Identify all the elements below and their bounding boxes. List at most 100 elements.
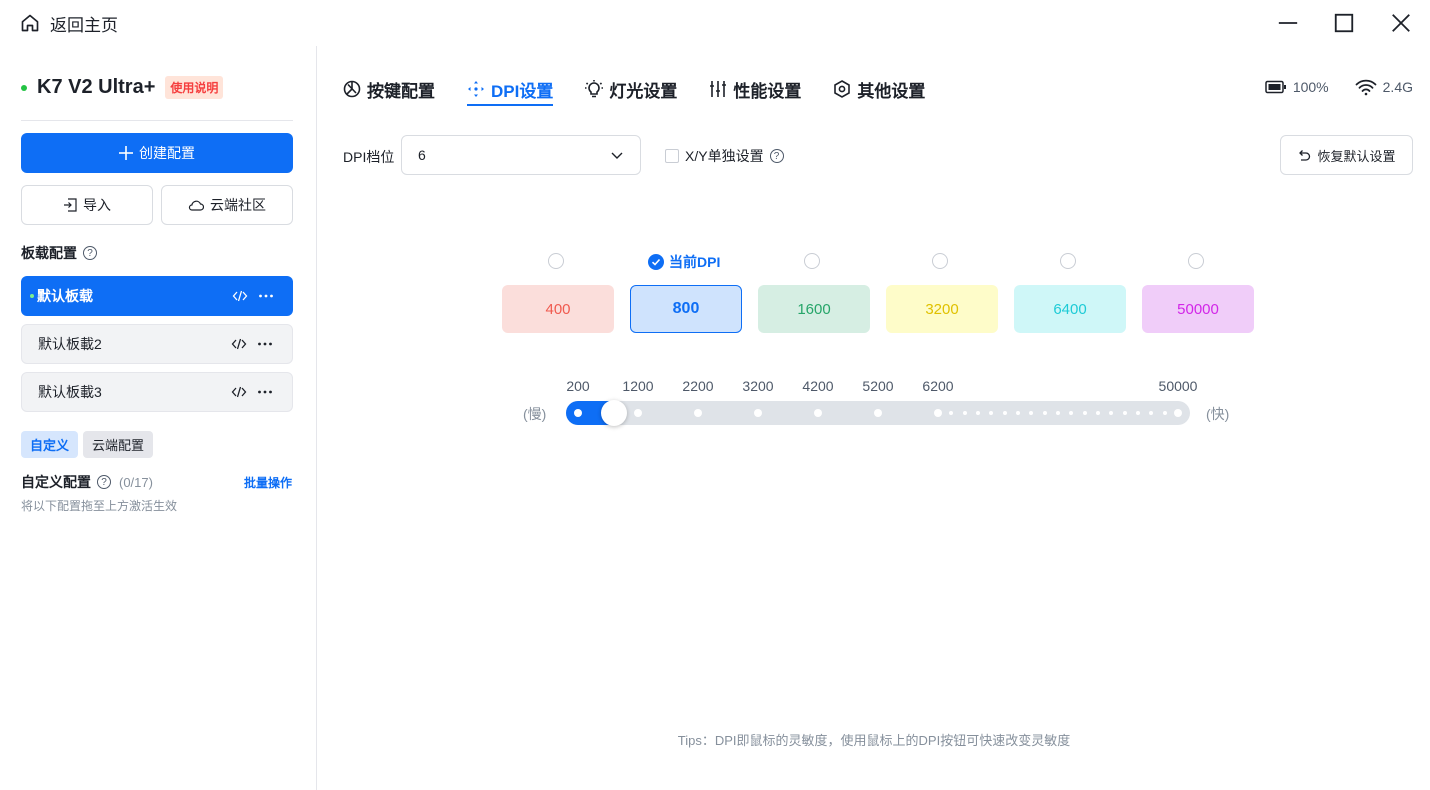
profile-item-2[interactable]: 默认板載2 [21, 324, 293, 364]
create-config-button[interactable]: 创建配置 [21, 133, 293, 173]
close-button[interactable] [1388, 10, 1414, 36]
code-icon[interactable] [229, 285, 251, 307]
dpi-level-select[interactable]: 6 [401, 135, 641, 175]
reset-default-button[interactable]: 恢复默认设置 [1280, 135, 1413, 175]
wireless-status: 2.4G [1355, 78, 1413, 96]
slider-step-dot [814, 409, 822, 417]
tab-key-config[interactable]: 按键配置 [343, 76, 435, 102]
tab-custom[interactable]: 自定义 [21, 431, 79, 458]
import-label: 导入 [83, 197, 111, 213]
title-bar: 返回主页 [0, 0, 1430, 46]
slider-step-dot [1042, 411, 1047, 415]
tab-cloud-config[interactable]: 云端配置 [83, 431, 154, 458]
home-button[interactable]: 返回主页 [20, 11, 118, 35]
dpi-stage-card[interactable]: 3200 [886, 285, 998, 333]
battery-icon [1265, 80, 1286, 94]
custom-config-label: 自定义配置 [21, 474, 91, 490]
profile-name: 默认板载 [37, 288, 93, 304]
dpi-stage-card[interactable]: 800 [630, 285, 742, 333]
profile-item-1[interactable]: 默认板载 [21, 276, 293, 316]
cloud-community-button[interactable]: 云端社区 [161, 185, 293, 225]
tab-label: DPI设置 [491, 81, 554, 101]
help-icon[interactable]: ? [769, 149, 784, 163]
slider-step-dot [1002, 411, 1007, 415]
slider-tick-label: 4200 [802, 378, 834, 394]
slider-step-dot [1029, 411, 1034, 415]
bulb-icon [585, 80, 604, 98]
dpi-stage-radio[interactable] [1188, 253, 1204, 269]
slider-tick-label: 5200 [862, 378, 894, 394]
slider-step-dot [1174, 409, 1182, 417]
code-icon[interactable] [228, 333, 250, 355]
minimize-button[interactable] [1275, 10, 1301, 36]
active-dot [30, 294, 34, 298]
tab-dpi-settings[interactable]: DPI设置 [467, 76, 554, 106]
batch-operation-link[interactable]: 批量操作 [244, 474, 292, 491]
hex-gear-icon [834, 80, 851, 98]
slider-step-dot [949, 411, 954, 415]
slider-step-dot [1082, 411, 1087, 415]
more-icon[interactable] [254, 333, 276, 355]
import-icon [64, 198, 77, 212]
slider-tick-label: 2200 [682, 378, 714, 394]
more-icon[interactable] [255, 285, 277, 307]
profile-name: 默认板載3 [38, 384, 102, 400]
dpi-stage-card[interactable]: 50000 [1142, 285, 1254, 333]
help-icon[interactable]: ? [97, 475, 111, 489]
dpi-stage-radio[interactable] [932, 253, 948, 269]
tab-other-settings[interactable]: 其他设置 [833, 76, 925, 102]
tab-lighting[interactable]: 灯光设置 [585, 76, 677, 102]
xy-separate-checkbox[interactable] [665, 149, 679, 163]
manual-badge[interactable]: 使用说明 [165, 76, 224, 99]
dpi-stage-value: 800 [672, 300, 700, 317]
slider-tick-label: 50000 [1158, 378, 1198, 394]
maximize-icon [1334, 13, 1354, 33]
dpi-stage-card[interactable]: 1600 [758, 285, 870, 333]
tab-label: 灯光设置 [609, 81, 678, 101]
home-icon [21, 14, 39, 32]
wifi-icon [1355, 79, 1377, 96]
main-panel: 按键配置 DPI设置 灯光设置 性能设置 其他设置 100% 2.4G DPI档… [318, 46, 1430, 790]
dpi-stage-value: 400 [545, 300, 571, 318]
slider-step-dot [1162, 411, 1167, 415]
dpi-level-value: 6 [418, 147, 426, 163]
slider-step-dot [1109, 411, 1114, 415]
slider-thumb[interactable] [601, 400, 627, 426]
dpi-stage-value: 3200 [925, 300, 959, 318]
dpi-stage-card[interactable]: 6400 [1014, 285, 1126, 333]
dpi-stage-radio[interactable] [1060, 253, 1076, 269]
slider-step-dot [694, 409, 702, 417]
device-status: 100% 2.4G [1265, 78, 1413, 96]
custom-config-title: 自定义配置 ? (0/17) [21, 472, 153, 492]
wireless-mode: 2.4G [1382, 79, 1413, 95]
help-icon[interactable]: ? [83, 246, 97, 260]
xy-separate-label: X/Y单独设置 [685, 148, 764, 164]
slider-step-dot [1149, 411, 1154, 415]
sidebar: K7 V2 Ultra+ 使用说明 创建配置 导入 云端社区 板载配置 ? 默认… [0, 46, 317, 790]
maximize-button[interactable] [1331, 10, 1357, 36]
slider-step-dot [1122, 411, 1127, 415]
slider-tick-label: 200 [566, 378, 590, 394]
reset-default-label: 恢复默认设置 [1317, 148, 1396, 164]
slider-step-dot [989, 411, 994, 415]
cloud-community-label: 云端社区 [210, 197, 266, 213]
more-icon[interactable] [254, 381, 276, 403]
divider [21, 120, 293, 121]
tab-performance[interactable]: 性能设置 [709, 76, 801, 102]
sliders-icon [710, 81, 727, 97]
code-icon[interactable] [228, 381, 250, 403]
tab-label: 性能设置 [733, 81, 802, 101]
profile-item-3[interactable]: 默认板載3 [21, 372, 293, 412]
create-config-label: 创建配置 [139, 145, 195, 161]
dpi-stage-radio[interactable] [804, 253, 820, 269]
dpi-stage-value: 6400 [1053, 300, 1087, 318]
move-arrows-icon [468, 81, 484, 97]
device-name: K7 V2 Ultra+ [37, 76, 156, 98]
minimize-icon [1278, 22, 1298, 24]
dpi-stage-radio[interactable] [548, 253, 564, 269]
dpi-stage-card[interactable]: 400 [502, 285, 614, 333]
xy-separate-option[interactable]: X/Y单独设置 ? [665, 146, 784, 166]
check-circle-icon [648, 254, 664, 270]
dpi-slider[interactable] [566, 400, 1190, 426]
import-button[interactable]: 导入 [21, 185, 153, 225]
